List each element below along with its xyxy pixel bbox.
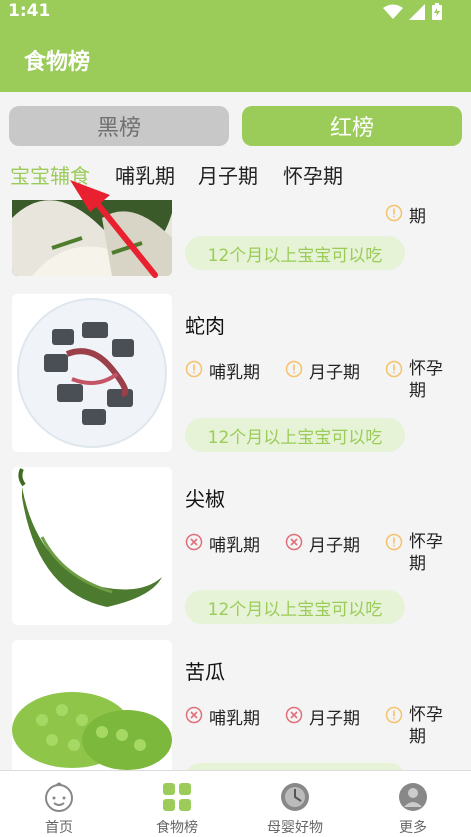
food-image (12, 200, 172, 276)
pregnancy-label: 期 (409, 207, 426, 227)
confinement-label: 月子期 (309, 709, 360, 729)
confinement-label: 月子期 (309, 536, 360, 556)
food-name: 尖椒 (185, 487, 225, 511)
nav-food-list-label: 食物榜 (156, 820, 198, 836)
baby-face-icon (45, 782, 73, 812)
food-list[interactable]: 期 12个月以上宝宝可以吃 蛇肉 哺乳期 月子期 怀孕 期 12个月以上宝宝可以… (0, 200, 471, 770)
status-bar: 1:41 (0, 0, 471, 22)
user-icon (399, 783, 427, 811)
caution-icon (185, 360, 203, 378)
food-card[interactable]: 蛇肉 哺乳期 月子期 怀孕期 12个月以上宝宝可以吃 (0, 292, 471, 462)
wifi-icon (383, 4, 403, 19)
nav-food-list[interactable]: 食物榜 (118, 771, 236, 837)
caution-icon (385, 533, 403, 551)
age-pill: 12个月以上宝宝可以吃 (185, 590, 405, 624)
pregnancy-label-b: 期 (409, 381, 426, 401)
age-pill (185, 763, 405, 770)
category-tabs: 宝宝辅食 哺乳期 月子期 怀孕期 (0, 160, 471, 190)
bottom-nav: 首页 食物榜 母婴好物 更多 (0, 770, 471, 837)
tab-baby-food[interactable]: 宝宝辅食 (10, 160, 90, 189)
nursing-label: 哺乳期 (209, 536, 260, 556)
pregnancy-label-a: 怀孕 (409, 359, 443, 379)
nav-more-label: 更多 (399, 820, 427, 836)
caution-icon (285, 360, 303, 378)
page-title: 食物榜 (24, 50, 91, 75)
confinement-label: 月子期 (309, 363, 360, 383)
pregnancy-status: 怀孕期 (385, 704, 443, 748)
age-pill: 12个月以上宝宝可以吃 (185, 236, 405, 270)
food-image (12, 640, 172, 770)
food-card[interactable]: 尖椒 哺乳期 月子期 怀孕期 12个月以上宝宝可以吃 (0, 465, 471, 635)
app-bar: 食物榜 (0, 22, 471, 92)
status-time: 1:41 (8, 1, 51, 21)
pregnancy-label-a: 怀孕 (409, 532, 443, 552)
food-name: 苦瓜 (185, 660, 225, 684)
nursing-status: 哺乳期 (185, 704, 260, 729)
forbidden-icon (185, 533, 203, 551)
pregnancy-status: 怀孕期 (385, 358, 443, 402)
nav-products[interactable]: 母婴好物 (236, 771, 354, 837)
food-name: 蛇肉 (185, 314, 225, 338)
confinement-status: 月子期 (285, 704, 360, 729)
nursing-status: 哺乳期 (185, 358, 260, 383)
status-icons (383, 3, 443, 21)
nav-more[interactable]: 更多 (354, 771, 471, 837)
pregnancy-status: 怀孕期 (385, 531, 443, 575)
confinement-status: 月子期 (285, 358, 360, 383)
age-pill: 12个月以上宝宝可以吃 (185, 418, 405, 452)
caution-icon (385, 204, 403, 222)
pregnancy-label-b: 期 (409, 727, 426, 747)
nursing-status: 哺乳期 (185, 531, 260, 556)
nursing-label: 哺乳期 (209, 709, 260, 729)
clock-icon (281, 783, 309, 811)
caution-icon (385, 360, 403, 378)
food-image (12, 294, 172, 452)
grid-icon (163, 783, 191, 811)
tab-nursing[interactable]: 哺乳期 (115, 160, 175, 189)
nav-home-label: 首页 (45, 820, 73, 836)
tab-pregnancy[interactable]: 怀孕期 (283, 160, 343, 189)
pregnancy-label-b: 期 (409, 554, 426, 574)
red-list-button[interactable]: 红榜 (242, 106, 462, 146)
battery-icon (432, 3, 442, 20)
forbidden-icon (285, 706, 303, 724)
nav-products-label: 母婴好物 (267, 820, 323, 836)
nursing-label: 哺乳期 (209, 363, 260, 383)
food-card[interactable]: 苦瓜 哺乳期 月子期 怀孕期 (0, 638, 471, 770)
confinement-status: 月子期 (285, 531, 360, 556)
pregnancy-status: 期 (385, 202, 426, 227)
forbidden-icon (285, 533, 303, 551)
pregnancy-label-a: 怀孕 (409, 705, 443, 725)
tab-confinement[interactable]: 月子期 (198, 160, 258, 189)
food-image (12, 467, 172, 625)
signal-icon (409, 4, 425, 20)
forbidden-icon (185, 706, 203, 724)
nav-home[interactable]: 首页 (0, 771, 118, 837)
caution-icon (385, 706, 403, 724)
black-list-button[interactable]: 黑榜 (9, 106, 229, 146)
food-card[interactable]: 期 12个月以上宝宝可以吃 (0, 200, 471, 280)
